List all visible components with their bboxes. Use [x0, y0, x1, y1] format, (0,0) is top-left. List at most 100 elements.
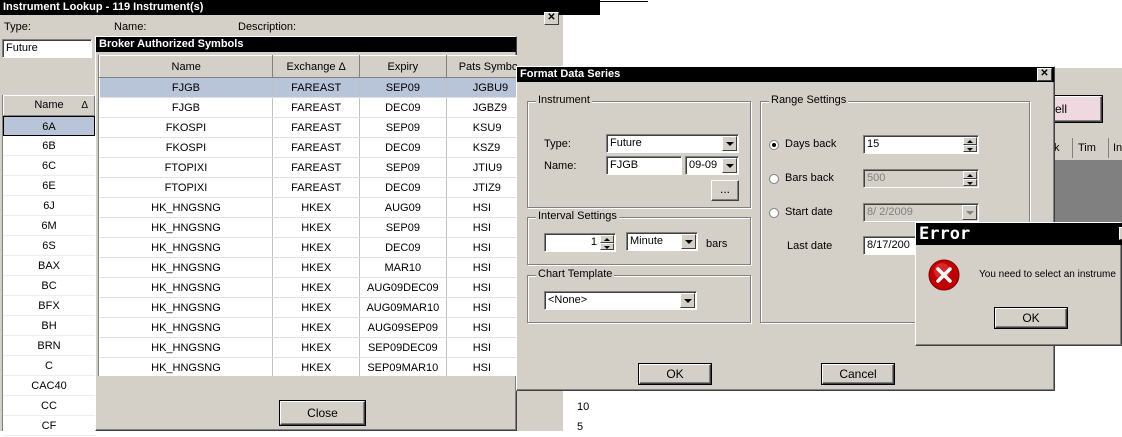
bars-back-value: 500 — [867, 172, 886, 184]
list-item[interactable]: 6M — [3, 216, 95, 236]
table-cell: AUG09SEP09 — [359, 317, 447, 338]
days-back-radio[interactable] — [769, 140, 779, 150]
column-header-exchange[interactable]: Exchange Δ — [272, 55, 360, 78]
bars-back-spin-buttons[interactable] — [963, 171, 977, 186]
chevron-down-icon[interactable] — [722, 136, 737, 151]
sort-icon: Δ — [81, 100, 88, 111]
table-cell: JTIZ9 — [446, 177, 517, 198]
table-row[interactable]: HK_HNGSNG HKEX MAR10 HSI — [99, 257, 517, 278]
list-item[interactable]: CF — [3, 416, 95, 436]
table-row[interactable]: FJGB FAREAST DEC09 JGBZ9 — [99, 97, 517, 118]
format-ok-button[interactable]: OK — [639, 364, 711, 384]
spin-down-icon[interactable] — [963, 144, 977, 152]
days-back-spinner[interactable]: 15 — [863, 135, 979, 154]
list-item[interactable]: BH — [3, 316, 95, 336]
close-button[interactable]: Close — [280, 401, 365, 425]
error-ok-button[interactable]: OK — [995, 308, 1067, 328]
error-ok-button-label: OK — [1022, 311, 1040, 325]
error-icon — [928, 259, 960, 291]
spin-up-icon[interactable] — [600, 235, 614, 243]
table-row[interactable]: HK_HNGSNG HKEX DEC09 HSI — [99, 237, 517, 258]
table-row[interactable]: FJGB FAREAST SEP09 JGBU9 — [99, 77, 517, 98]
start-date-radio[interactable] — [769, 208, 779, 218]
chevron-down-icon[interactable] — [962, 205, 977, 220]
instrument-lookup-close-icon[interactable]: ✕ — [544, 12, 559, 25]
type-field[interactable]: Future — [2, 39, 92, 58]
instrument-list-header[interactable]: Name Δ — [3, 95, 95, 116]
table-cell: HSI — [446, 297, 517, 318]
table-cell: HSI — [446, 237, 517, 258]
interval-value-spinner[interactable]: 1 — [544, 233, 616, 252]
format-data-series-title: Format Data Series — [520, 68, 621, 80]
interval-unit-dropdown[interactable]: Minute — [626, 232, 698, 251]
bars-back-spinner[interactable]: 500 — [863, 169, 979, 188]
table-cell: HK_HNGSNG — [99, 317, 274, 338]
list-item[interactable]: 6A — [3, 116, 95, 136]
table-row[interactable]: HK_HNGSNG HKEX AUG09MAR10 HSI — [99, 297, 517, 318]
table-cell: JGBU9 — [446, 77, 517, 98]
table-cell: HK_HNGSNG — [99, 257, 274, 278]
list-item[interactable]: 6J — [3, 196, 95, 216]
spin-up-icon[interactable] — [963, 171, 977, 179]
list-item[interactable]: BRN — [3, 336, 95, 356]
table-row[interactable]: HK_HNGSNG HKEX SEP09MAR10 HSI — [99, 357, 517, 376]
list-item[interactable]: 6E — [3, 176, 95, 196]
days-back-spin-buttons[interactable] — [963, 137, 977, 152]
instrument-name-value: FJGB — [610, 159, 639, 171]
table-row[interactable]: FTOPIXI FAREAST DEC09 JTIZ9 — [99, 177, 517, 198]
list-item[interactable]: 6C — [3, 156, 95, 176]
format-cancel-button[interactable]: Cancel — [822, 364, 894, 384]
table-row[interactable]: HK_HNGSNG HKEX AUG09DEC09 HSI — [99, 277, 517, 298]
table-row[interactable]: FKOSPI FAREAST DEC09 KSZ9 — [99, 137, 517, 158]
expiry-dropdown[interactable]: 09-09 — [685, 156, 739, 175]
table-row[interactable]: HK_HNGSNG HKEX AUG09 HSI — [99, 197, 517, 218]
instrument-name-input[interactable]: FJGB — [606, 156, 682, 175]
instrument-group-label: Instrument — [536, 94, 592, 106]
list-item[interactable]: BC — [3, 276, 95, 296]
table-row[interactable]: FTOPIXI FAREAST SEP09 JTIU9 — [99, 157, 517, 178]
instrument-type-value: Future — [610, 137, 642, 149]
table-cell: SEP09 — [359, 117, 447, 138]
column-header-expiry[interactable]: Expiry — [358, 55, 447, 78]
browse-button[interactable]: ... — [711, 180, 739, 201]
table-row[interactable]: HK_HNGSNG HKEX SEP09DEC09 HSI — [99, 337, 517, 358]
format-close-icon[interactable]: ✕ — [1037, 68, 1052, 81]
list-item[interactable]: CC — [3, 396, 95, 416]
broker-symbols-title: Broker Authorized Symbols — [99, 38, 244, 50]
spin-down-icon[interactable] — [600, 242, 614, 250]
table-cell: HKEX — [272, 197, 360, 218]
table-cell: HSI — [446, 217, 517, 238]
chevron-down-icon[interactable] — [681, 234, 696, 249]
table-cell: HSI — [446, 197, 517, 218]
chart-template-dropdown[interactable]: <None> — [544, 291, 697, 310]
table-cell: HKEX — [272, 237, 360, 258]
column-header-name[interactable]: Name — [99, 55, 274, 78]
chevron-down-icon[interactable] — [722, 158, 737, 173]
spin-up-icon[interactable] — [963, 137, 977, 145]
instrument-type-dropdown[interactable]: Future — [606, 134, 739, 153]
table-row[interactable]: HK_HNGSNG HKEX AUG09SEP09 HSI — [99, 317, 517, 338]
chevron-down-icon[interactable] — [680, 293, 695, 308]
table-cell: SEP09MAR10 — [359, 357, 447, 376]
list-item[interactable]: 6B — [3, 136, 95, 156]
broker-symbols-grid[interactable]: Name Exchange Δ Expiry Pats Symbo FJGB FA… — [98, 55, 517, 376]
days-back-label: Days back — [785, 138, 837, 150]
instrument-list[interactable]: Name Δ 6A 6B 6C 6E 6J 6M 6S BAX BC BFX BH BRN C CAC40… — [2, 95, 95, 436]
table-row[interactable]: HK_HNGSNG HKEX SEP09 HSI — [99, 217, 517, 238]
column-header-pats-symbol[interactable]: Pats Symbo — [445, 55, 517, 78]
table-row[interactable]: FKOSPI FAREAST SEP09 KSU9 — [99, 117, 517, 138]
list-item[interactable]: BAX — [3, 256, 95, 276]
list-item[interactable]: C — [3, 356, 95, 376]
error-message: You need to select an instrume — [979, 269, 1116, 280]
table-cell: HSI — [446, 337, 517, 358]
list-item[interactable]: BFX — [3, 296, 95, 316]
start-date-picker[interactable]: 8/ 2/2009 — [863, 203, 979, 222]
list-item[interactable]: CAC40 — [3, 376, 95, 396]
interval-spin-buttons[interactable] — [600, 235, 614, 250]
list-item[interactable]: 6S — [3, 236, 95, 256]
name-label: Name: — [114, 21, 147, 33]
chart-template-group: Chart Template <None> — [527, 268, 751, 323]
table-cell: SEP09 — [359, 217, 447, 238]
spin-down-icon[interactable] — [963, 178, 977, 186]
bars-back-radio[interactable] — [769, 174, 779, 184]
